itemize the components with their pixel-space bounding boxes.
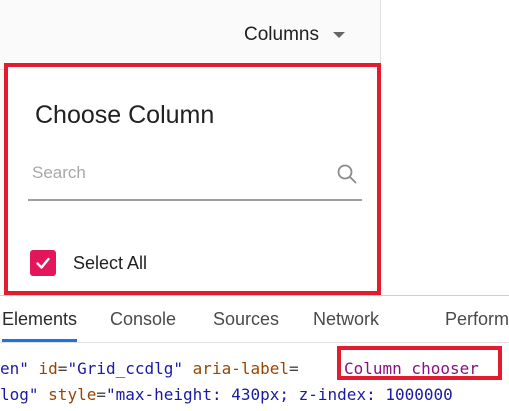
search-field <box>28 153 362 201</box>
grid-toolbar: Columns <box>0 0 381 70</box>
code-fragment: en" <box>0 359 39 378</box>
dialog-title: Choose Column <box>35 101 215 129</box>
checkmark-icon <box>36 257 50 269</box>
style-attribute-value: "max-height: 430px; z-index: 1000000 <box>105 385 453 404</box>
code-line-2[interactable]: log" style="max-height: 430px; z-index: … <box>0 383 453 407</box>
tab-network[interactable]: Network <box>313 296 379 342</box>
select-all-option[interactable]: Select All <box>30 250 147 276</box>
tab-performance[interactable]: Perform <box>445 296 509 342</box>
column-chooser-dialog: Choose Column Select All <box>4 63 381 295</box>
search-input[interactable] <box>32 159 322 187</box>
caret-down-icon <box>332 32 345 38</box>
equals-sign: = <box>289 359 299 378</box>
select-all-label: Select All <box>73 252 148 273</box>
aria-label-attribute-value: Column chooser <box>344 359 479 378</box>
code-line-1[interactable]: en" id="Grid_ccdlg" aria-label= <box>0 357 299 381</box>
select-all-checkbox[interactable] <box>30 250 56 276</box>
style-attribute-name: style <box>48 385 97 404</box>
id-attribute-value: "Grid_ccdlg" <box>67 359 184 378</box>
tab-sources[interactable]: Sources <box>213 296 279 342</box>
elements-panel: en" id="Grid_ccdlg" aria-label= log" sty… <box>0 343 509 411</box>
aria-label-attribute-name: aria-label <box>192 359 289 378</box>
equals-sign: = <box>96 385 106 404</box>
devtools-tab-bar: Elements Console Sources Network Perform <box>0 295 509 343</box>
columns-button[interactable]: Columns <box>244 18 345 52</box>
columns-button-label: Columns <box>244 24 319 45</box>
tab-console[interactable]: Console <box>110 296 176 342</box>
id-attribute-name: id <box>38 359 58 378</box>
code-fragment: log" <box>0 385 49 404</box>
tab-elements[interactable]: Elements <box>2 296 78 342</box>
search-icon[interactable] <box>336 163 358 185</box>
equals-sign: = <box>57 359 68 378</box>
